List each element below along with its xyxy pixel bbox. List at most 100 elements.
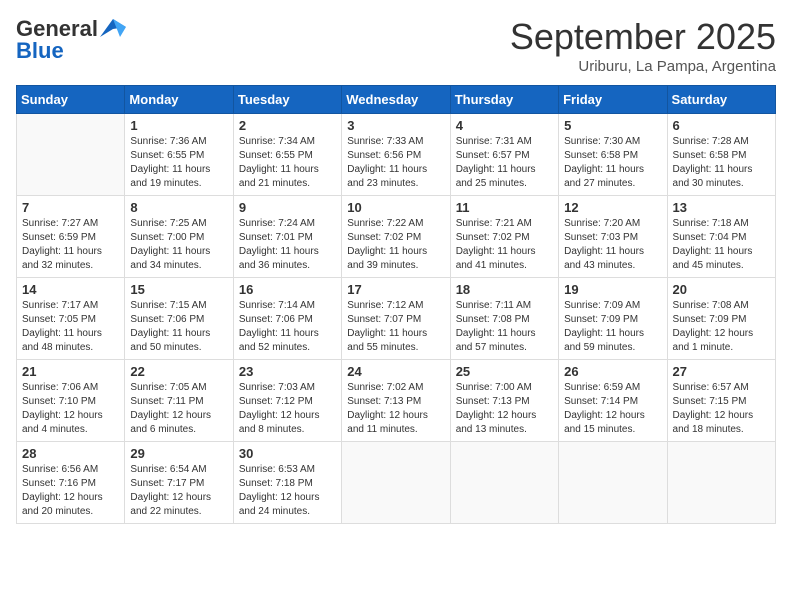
calendar-cell: 30 Sunrise: 6:53 AM Sunset: 7:18 PM Dayli…	[233, 442, 341, 524]
day-number: 27	[673, 364, 770, 379]
cell-info: Sunrise: 7:15 AM Sunset: 7:06 PM Dayligh…	[130, 299, 227, 355]
cell-info: Sunrise: 7:28 AM Sunset: 6:58 PM Dayligh…	[673, 135, 770, 191]
col-header-monday: Monday	[125, 86, 233, 114]
calendar-cell	[559, 442, 667, 524]
day-number: 10	[347, 200, 444, 215]
calendar-cell	[17, 114, 125, 196]
calendar-cell: 6Sunrise: 7:28 AM Sunset: 6:58 PM Daylig…	[667, 114, 775, 196]
calendar-cell: 4 Sunrise: 7:31 AM Sunset: 6:57 PM Daylig…	[450, 114, 558, 196]
week-row-2: 7 Sunrise: 7:27 AM Sunset: 6:59 PM Daylig…	[17, 196, 776, 278]
calendar-cell: 11 Sunrise: 7:21 AM Sunset: 7:02 PM Dayli…	[450, 196, 558, 278]
day-number: 25	[456, 364, 553, 379]
day-number: 13	[673, 200, 770, 215]
calendar-cell: 16Sunrise: 7:14 AM Sunset: 7:06 PM Dayli…	[233, 278, 341, 360]
location-subtitle: Uriburu, La Pampa, Argentina	[510, 58, 776, 75]
calendar-header-row: SundayMondayTuesdayWednesdayThursdayFrid…	[17, 86, 776, 114]
day-number: 14	[22, 282, 119, 297]
calendar-cell	[342, 442, 450, 524]
title-area: September 2025 Uriburu, La Pampa, Argent…	[510, 16, 776, 75]
calendar-cell: 22 Sunrise: 7:05 AM Sunset: 7:11 PM Dayli…	[125, 360, 233, 442]
cell-info: Sunrise: 6:53 AM Sunset: 7:18 PM Dayligh…	[239, 463, 336, 519]
calendar-cell: 17 Sunrise: 7:12 AM Sunset: 7:07 PM Dayli…	[342, 278, 450, 360]
day-number: 17	[347, 282, 444, 297]
day-number: 7	[22, 200, 119, 215]
col-header-thursday: Thursday	[450, 86, 558, 114]
calendar-cell: 28 Sunrise: 6:56 AM Sunset: 7:16 PM Dayli…	[17, 442, 125, 524]
cell-info: Sunrise: 7:30 AM Sunset: 6:58 PM Dayligh…	[564, 135, 661, 191]
calendar-cell: 7 Sunrise: 7:27 AM Sunset: 6:59 PM Daylig…	[17, 196, 125, 278]
day-number: 4	[456, 118, 553, 133]
calendar-cell: 25 Sunrise: 7:00 AM Sunset: 7:13 PM Dayli…	[450, 360, 558, 442]
month-title: September 2025	[510, 16, 776, 58]
calendar-cell: 26Sunrise: 6:59 AM Sunset: 7:14 PM Dayli…	[559, 360, 667, 442]
day-number: 5	[564, 118, 661, 133]
calendar-table: SundayMondayTuesdayWednesdayThursdayFrid…	[16, 85, 776, 524]
col-header-friday: Friday	[559, 86, 667, 114]
calendar-cell: 2Sunrise: 7:34 AM Sunset: 6:55 PM Daylig…	[233, 114, 341, 196]
day-number: 15	[130, 282, 227, 297]
cell-info: Sunrise: 7:17 AM Sunset: 7:05 PM Dayligh…	[22, 299, 119, 355]
cell-info: Sunrise: 7:36 AM Sunset: 6:55 PM Dayligh…	[130, 135, 227, 191]
calendar-cell: 27 Sunrise: 6:57 AM Sunset: 7:15 PM Dayli…	[667, 360, 775, 442]
day-number: 29	[130, 446, 227, 461]
calendar-cell: 23 Sunrise: 7:03 AM Sunset: 7:12 PM Dayli…	[233, 360, 341, 442]
col-header-sunday: Sunday	[17, 86, 125, 114]
calendar-cell: 20Sunrise: 7:08 AM Sunset: 7:09 PM Dayli…	[667, 278, 775, 360]
cell-info: Sunrise: 7:27 AM Sunset: 6:59 PM Dayligh…	[22, 217, 119, 273]
day-number: 21	[22, 364, 119, 379]
week-row-3: 14 Sunrise: 7:17 AM Sunset: 7:05 PM Dayli…	[17, 278, 776, 360]
day-number: 12	[564, 200, 661, 215]
calendar-cell: 10 Sunrise: 7:22 AM Sunset: 7:02 PM Dayli…	[342, 196, 450, 278]
day-number: 3	[347, 118, 444, 133]
cell-info: Sunrise: 7:06 AM Sunset: 7:10 PM Dayligh…	[22, 381, 119, 437]
calendar-cell: 19Sunrise: 7:09 AM Sunset: 7:09 PM Dayli…	[559, 278, 667, 360]
week-row-1: 1 Sunrise: 7:36 AM Sunset: 6:55 PM Daylig…	[17, 114, 776, 196]
calendar-cell: 29Sunrise: 6:54 AM Sunset: 7:17 PM Dayli…	[125, 442, 233, 524]
cell-info: Sunrise: 6:59 AM Sunset: 7:14 PM Dayligh…	[564, 381, 661, 437]
day-number: 24	[347, 364, 444, 379]
cell-info: Sunrise: 7:21 AM Sunset: 7:02 PM Dayligh…	[456, 217, 553, 273]
cell-info: Sunrise: 7:02 AM Sunset: 7:13 PM Dayligh…	[347, 381, 444, 437]
col-header-tuesday: Tuesday	[233, 86, 341, 114]
calendar-cell	[667, 442, 775, 524]
day-number: 23	[239, 364, 336, 379]
day-number: 2	[239, 118, 336, 133]
day-number: 18	[456, 282, 553, 297]
calendar-cell: 1 Sunrise: 7:36 AM Sunset: 6:55 PM Daylig…	[125, 114, 233, 196]
logo-bird-icon	[100, 19, 126, 37]
calendar-cell: 21 Sunrise: 7:06 AM Sunset: 7:10 PM Dayli…	[17, 360, 125, 442]
col-header-wednesday: Wednesday	[342, 86, 450, 114]
logo-blue: Blue	[16, 38, 64, 64]
day-number: 28	[22, 446, 119, 461]
cell-info: Sunrise: 6:57 AM Sunset: 7:15 PM Dayligh…	[673, 381, 770, 437]
calendar-cell: 8 Sunrise: 7:25 AM Sunset: 7:00 PM Daylig…	[125, 196, 233, 278]
cell-info: Sunrise: 7:25 AM Sunset: 7:00 PM Dayligh…	[130, 217, 227, 273]
cell-info: Sunrise: 7:22 AM Sunset: 7:02 PM Dayligh…	[347, 217, 444, 273]
cell-info: Sunrise: 7:00 AM Sunset: 7:13 PM Dayligh…	[456, 381, 553, 437]
week-row-5: 28 Sunrise: 6:56 AM Sunset: 7:16 PM Dayli…	[17, 442, 776, 524]
cell-info: Sunrise: 7:12 AM Sunset: 7:07 PM Dayligh…	[347, 299, 444, 355]
calendar-cell: 15 Sunrise: 7:15 AM Sunset: 7:06 PM Dayli…	[125, 278, 233, 360]
day-number: 11	[456, 200, 553, 215]
day-number: 8	[130, 200, 227, 215]
day-number: 20	[673, 282, 770, 297]
cell-info: Sunrise: 7:33 AM Sunset: 6:56 PM Dayligh…	[347, 135, 444, 191]
week-row-4: 21 Sunrise: 7:06 AM Sunset: 7:10 PM Dayli…	[17, 360, 776, 442]
cell-info: Sunrise: 7:03 AM Sunset: 7:12 PM Dayligh…	[239, 381, 336, 437]
day-number: 30	[239, 446, 336, 461]
cell-info: Sunrise: 7:24 AM Sunset: 7:01 PM Dayligh…	[239, 217, 336, 273]
calendar-cell: 9Sunrise: 7:24 AM Sunset: 7:01 PM Daylig…	[233, 196, 341, 278]
cell-info: Sunrise: 7:31 AM Sunset: 6:57 PM Dayligh…	[456, 135, 553, 191]
cell-info: Sunrise: 7:05 AM Sunset: 7:11 PM Dayligh…	[130, 381, 227, 437]
logo: General Blue	[16, 16, 126, 64]
calendar-cell	[450, 442, 558, 524]
calendar-cell: 12 Sunrise: 7:20 AM Sunset: 7:03 PM Dayli…	[559, 196, 667, 278]
calendar-cell: 5 Sunrise: 7:30 AM Sunset: 6:58 PM Daylig…	[559, 114, 667, 196]
cell-info: Sunrise: 6:56 AM Sunset: 7:16 PM Dayligh…	[22, 463, 119, 519]
page-header: General Blue September 2025 Uriburu, La …	[16, 16, 776, 75]
day-number: 1	[130, 118, 227, 133]
calendar-cell: 18Sunrise: 7:11 AM Sunset: 7:08 PM Dayli…	[450, 278, 558, 360]
calendar-cell: 24 Sunrise: 7:02 AM Sunset: 7:13 PM Dayli…	[342, 360, 450, 442]
day-number: 22	[130, 364, 227, 379]
cell-info: Sunrise: 7:20 AM Sunset: 7:03 PM Dayligh…	[564, 217, 661, 273]
